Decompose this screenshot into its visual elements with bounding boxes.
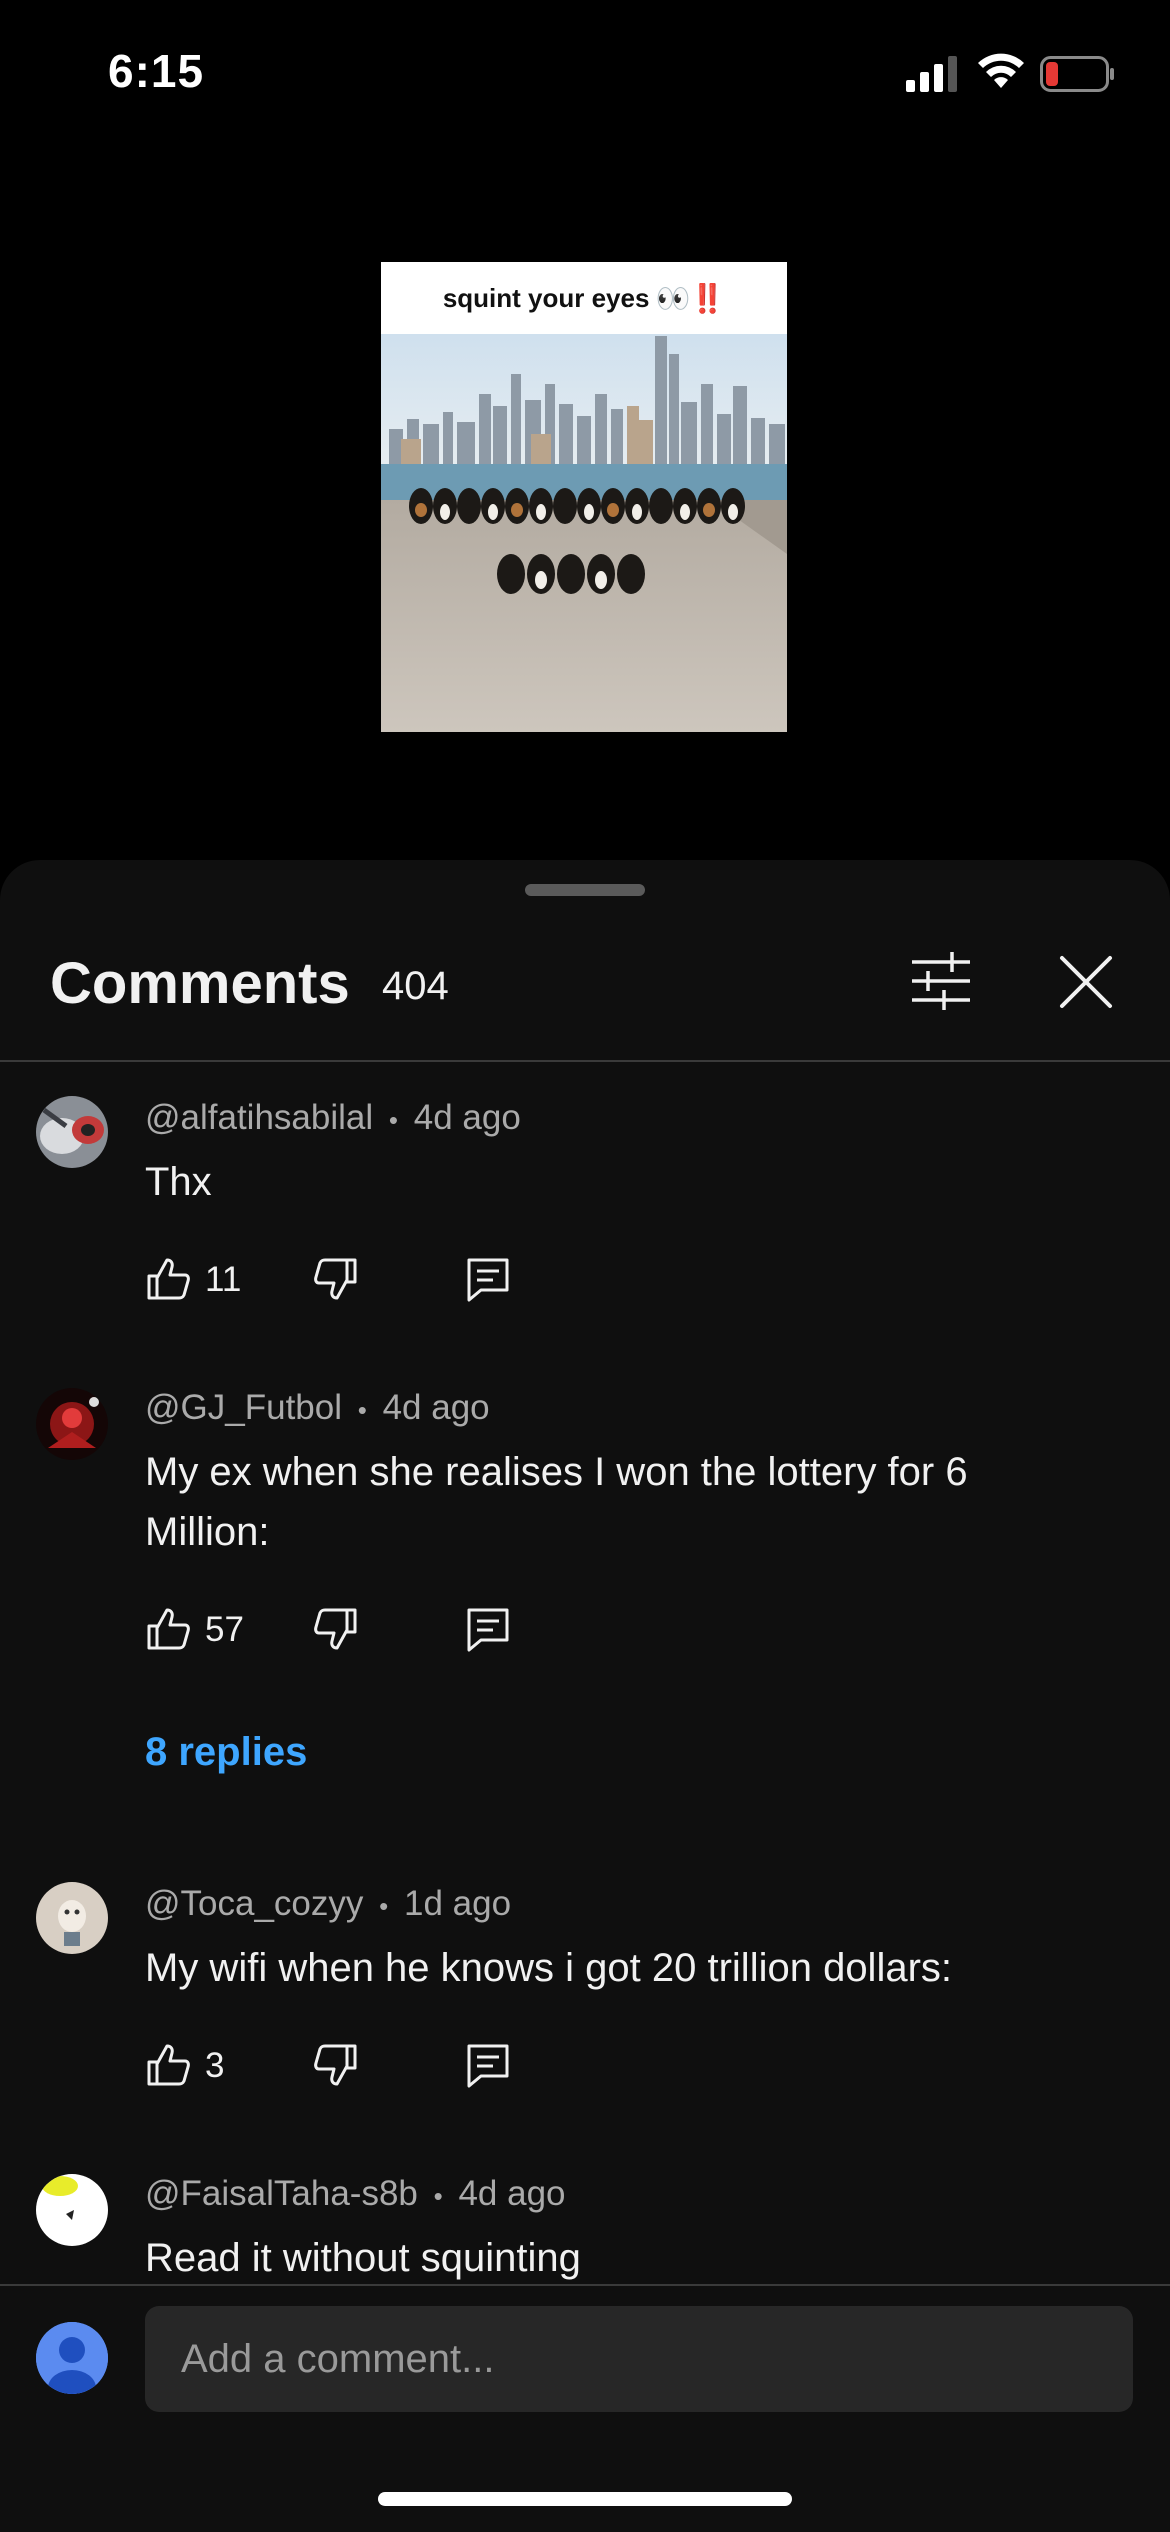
drag-handle[interactable]	[525, 884, 645, 896]
wifi-icon	[978, 53, 1024, 88]
close-icon[interactable]	[1056, 952, 1116, 1012]
comment-author[interactable]: @FaisalTaha-s8b	[145, 2174, 418, 2213]
home-indicator[interactable]	[378, 2492, 792, 2506]
comment-age: 1d ago	[403, 1884, 512, 1923]
meta-separator: •	[388, 1105, 398, 1135]
avatar[interactable]	[36, 1096, 108, 1168]
comment-meta: @GJ_Futbol • 4d ago	[145, 1388, 490, 1428]
comments-count: 404	[382, 964, 449, 1008]
thumbnail-emoji: 👀‼️	[655, 282, 726, 314]
comment-age: 4d ago	[413, 1098, 521, 1137]
like-icon[interactable]	[145, 2042, 191, 2088]
video-thumbnail[interactable]: squint your eyes 👀‼️	[381, 262, 787, 732]
reply-icon[interactable]	[465, 1256, 511, 1302]
avatar[interactable]	[36, 2174, 108, 2246]
signal-icon	[906, 56, 957, 92]
thumbnail-caption-bar: squint your eyes 👀‼️	[381, 262, 787, 334]
dislike-icon[interactable]	[313, 2042, 359, 2088]
meta-separator: •	[433, 2181, 443, 2211]
battery-low-icon	[1040, 56, 1114, 92]
comment-author[interactable]: @Toca_cozyy	[145, 1884, 363, 1923]
comment-meta: @Toca_cozyy • 1d ago	[145, 1884, 511, 1924]
meta-separator: •	[357, 1395, 367, 1425]
avatar[interactable]	[36, 1388, 108, 1460]
comment-actions: 3	[145, 2036, 645, 2096]
reply-icon[interactable]	[465, 1606, 511, 1652]
filter-sliders-icon[interactable]	[910, 950, 972, 1012]
comment-text: Read it without squinting	[145, 2236, 581, 2280]
comment-meta: @alfatihsabilal • 4d ago	[145, 1098, 521, 1138]
user-avatar-icon	[36, 2322, 108, 2394]
comment-text: My ex when she realises I won the lotter…	[145, 1450, 968, 1554]
video-player[interactable]: squint your eyes 👀‼️	[0, 150, 1170, 860]
thumbnail-scene-image	[381, 334, 787, 732]
comment-actions: 57	[145, 1600, 645, 1660]
like-count: 11	[205, 1260, 242, 1299]
status-bar: 6:15	[0, 0, 1170, 150]
add-comment-input[interactable]	[145, 2306, 1133, 2412]
status-time: 6:15	[108, 45, 205, 97]
thumbnail-caption: squint your eyes	[442, 282, 650, 313]
meta-separator: •	[379, 1891, 389, 1921]
comment-author[interactable]: @alfatihsabilal	[145, 1098, 373, 1137]
comments-sheet: Comments 404 @alfatihsabilal • 4d ago Th…	[0, 860, 1170, 2532]
like-icon[interactable]	[145, 1606, 191, 1652]
comment-meta: @FaisalTaha-s8b • 4d ago	[145, 2174, 566, 2214]
like-count: 3	[205, 2046, 225, 2085]
comments-header: Comments 404	[0, 900, 1170, 1062]
comment-age: 4d ago	[458, 2174, 566, 2213]
screen: 6:15 squint your eyes 👀‼️ Comments 404 @…	[0, 0, 1170, 2532]
comment-age: 4d ago	[382, 1388, 490, 1427]
dislike-icon[interactable]	[313, 1606, 359, 1652]
like-icon[interactable]	[145, 1256, 191, 1302]
comment-text: My wifi when he knows i got 20 trillion …	[145, 1946, 953, 1990]
comment-author[interactable]: @GJ_Futbol	[145, 1388, 342, 1427]
dislike-icon[interactable]	[313, 1256, 359, 1302]
comment-text: Thx	[145, 1160, 212, 1204]
view-replies-link[interactable]: 8 replies	[145, 1730, 307, 1775]
reply-icon[interactable]	[465, 2042, 511, 2088]
comments-title: Comments	[50, 951, 350, 1016]
like-count: 57	[205, 1610, 244, 1649]
avatar[interactable]	[36, 1882, 108, 1954]
comment-actions: 11	[145, 1250, 645, 1310]
